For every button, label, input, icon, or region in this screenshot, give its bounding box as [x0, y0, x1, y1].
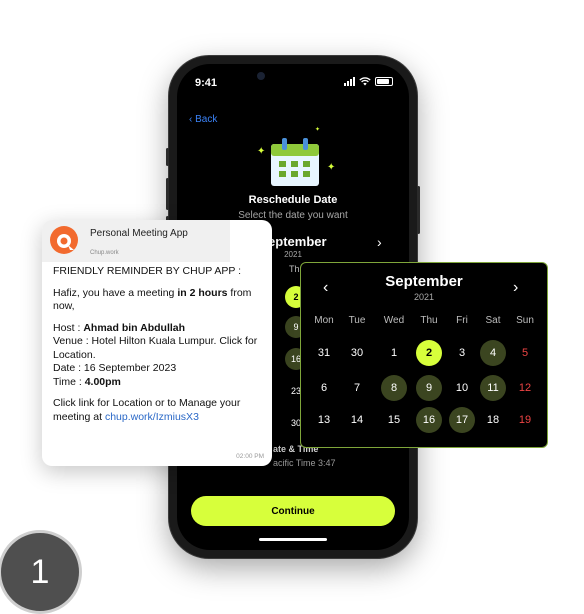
calendar-day[interactable]: 17 [449, 407, 475, 433]
back-label: Back [195, 114, 218, 125]
phone-side-button [166, 148, 169, 166]
battery-icon [375, 77, 393, 86]
sparkle-icon: ✦ [327, 162, 336, 173]
day-of-week-thu: Thu [420, 315, 438, 326]
wifi-icon [359, 77, 371, 86]
reminder-heading: FRIENDLY REMINDER BY CHUP APP : [53, 265, 242, 277]
time-line: Time : 4.00pm [53, 375, 121, 388]
calendar-day[interactable]: 6 [311, 375, 337, 401]
day-of-week-mon: Mon [314, 315, 334, 326]
calendar-day-selected[interactable]: 2 [416, 340, 442, 366]
continue-button[interactable]: Continue [191, 496, 395, 526]
calendar-day[interactable]: 8 [381, 375, 407, 401]
calendar-day[interactable]: 10 [449, 375, 475, 401]
meeting-time-until: in 2 hours [177, 286, 228, 299]
phone-next-month-button[interactable]: › [377, 234, 382, 250]
meeting-time: 4.00pm [84, 375, 121, 388]
calendar-day[interactable]: 4 [480, 340, 506, 366]
date-line: Date : 16 September 2023 [53, 362, 177, 374]
phone-side-button [166, 178, 169, 210]
calendar-illustration-icon [271, 138, 319, 186]
notification-app-name: Personal Meeting App [90, 228, 188, 239]
sparkle-icon: ✦ [257, 146, 266, 157]
calendar-day[interactable]: 7 [344, 375, 370, 401]
notification-timestamp: 02:00 PM [236, 453, 264, 460]
venue-line: Venue : Hotel Hilton Kuala Lumpur. Click… [53, 335, 258, 361]
calendar-day[interactable]: 5 [512, 340, 538, 366]
calendar-day[interactable]: 3 [449, 340, 475, 366]
calendar-day[interactable]: 9 [416, 375, 442, 401]
next-month-button[interactable]: › [513, 279, 518, 297]
sparkle-icon: ✦ [315, 127, 321, 133]
calendar-day[interactable]: 31 [311, 340, 337, 366]
timezone-value: acific Time 3:47 [273, 458, 336, 468]
calendar-day[interactable]: 13 [311, 407, 337, 433]
calendar-day[interactable]: 14 [344, 407, 370, 433]
back-button[interactable]: ‹ Back [189, 114, 217, 125]
status-time: 9:41 [195, 77, 218, 89]
step-number-badge: 1 [0, 530, 82, 614]
day-of-week-wed: Wed [383, 315, 405, 326]
calendar-day[interactable]: 16 [416, 407, 442, 433]
day-of-week-tue: Tue [348, 315, 366, 326]
calendar-day[interactable]: 18 [480, 407, 506, 433]
calendar-day[interactable]: 1 [381, 340, 407, 366]
notification-body: FRIENDLY REMINDER BY CHUP APP : Hafiz, y… [53, 265, 267, 424]
status-icons [344, 77, 393, 86]
notification-header: Personal Meeting App Chup.work [42, 220, 230, 262]
day-of-week-fri: Fri [456, 315, 468, 326]
calendar-month: September [385, 273, 463, 290]
calendar-year: 2021 [413, 292, 435, 302]
home-indicator [259, 538, 327, 541]
manage-meeting-link[interactable]: chup.work/IzmiusX3 [105, 411, 199, 423]
day-of-week-sun: Sun [516, 315, 534, 326]
app-logo-icon [50, 226, 78, 254]
host-line: Host : Ahmad bin Abdullah [53, 321, 186, 334]
calendar-day[interactable]: 19 [512, 407, 538, 433]
calendar-day[interactable]: 15 [381, 407, 407, 433]
notification-domain: Chup.work [90, 250, 119, 256]
cta-line: Click link for Location or to Manage you… [53, 397, 241, 423]
phone-side-button [417, 186, 420, 234]
phone-notch [241, 64, 345, 88]
calendar-popup: ‹ September 2021 › Mon Tue Wed Thu Fri Sat Sun… [300, 262, 548, 448]
phone-dow-label: Th [289, 264, 300, 274]
calendar-day[interactable]: 11 [480, 375, 506, 401]
calendar-day[interactable]: 30 [344, 340, 370, 366]
notification-card[interactable]: Personal Meeting App Chup.work FRIENDLY … [42, 220, 272, 466]
meeting-greeting: Hafiz, you have a meeting in 2 hours fro… [53, 286, 252, 313]
host-name: Ahmad bin Abdullah [83, 321, 186, 334]
day-of-week-sat: Sat [485, 315, 501, 326]
calendar-day[interactable]: 12 [512, 375, 538, 401]
page-title: Reschedule Date [248, 194, 338, 206]
signal-icon [344, 77, 355, 86]
